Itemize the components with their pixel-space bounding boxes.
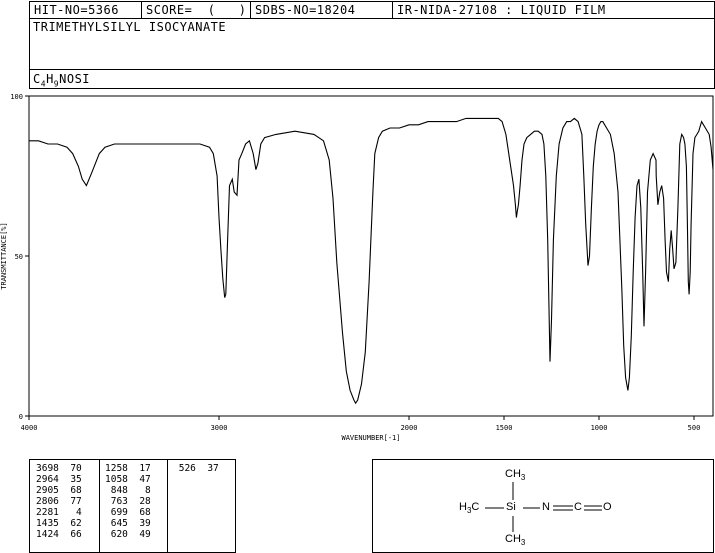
peak-table: 3698 70 2964 35 2905 68 2806 77 2281 4 1… [29,459,236,553]
header-divider [392,2,393,18]
peak-column: 1258 17 1058 47 848 8 763 28 699 68 645 … [105,463,151,540]
header-rule [30,18,714,19]
x-tick-label: 500 [688,424,701,432]
ir-info: IR-NIDA-27108 : LIQUID FILM [397,3,606,17]
structure-box: CH3 H3C Si N C O CH3 [372,459,714,553]
x-axis-label: WAVENUMBER[-1] [341,434,400,442]
hit-number: HIT-NO=5366 [34,3,119,17]
y-tick-label: 0 [19,413,23,421]
carbon-atom: C [574,501,582,513]
ir-spectrum-chart: 4000 3000 2000 1500 1000 500100500 WAVENUMBER… [0,93,714,442]
header-box: HIT-NO=5366 SCORE= ( ) SDBS-NO=18204 IR-… [29,1,715,89]
sdbs-number: SDBS-NO=18204 [255,3,356,17]
methyl-group-bottom: CH3 [505,533,526,548]
score-field: SCORE= ( ) [146,3,247,17]
spectrum-line [29,117,714,405]
methyl-group-top: CH3 [505,468,526,483]
x-tick-label: 1000 [591,424,608,432]
y-axis-label: TRANSMITTANCE[%] [0,222,8,289]
oxygen-atom: O [603,501,612,513]
header-rule [30,69,714,70]
x-tick-label: 1500 [496,424,513,432]
silicon-atom: Si [506,501,516,513]
x-tick-label: 3000 [211,424,228,432]
y-tick-label: 100 [10,93,23,101]
header-divider [141,2,142,18]
compound-name: TRIMETHYLSILYL ISOCYANATE [33,20,227,34]
peak-column-divider [99,460,100,552]
methyl-group-left: H3C [459,501,480,516]
peak-column: 3698 70 2964 35 2905 68 2806 77 2281 4 1… [36,463,82,540]
y-tick-label: 50 [15,253,23,261]
molecular-formula: C4H9NOSI [33,72,91,89]
x-tick-label: 2000 [401,424,418,432]
x-tick-label: 4000 [21,424,38,432]
header-divider [250,2,251,18]
peak-column: 526 37 [173,463,219,474]
nitrogen-atom: N [542,501,550,513]
peak-column-divider [167,460,168,552]
